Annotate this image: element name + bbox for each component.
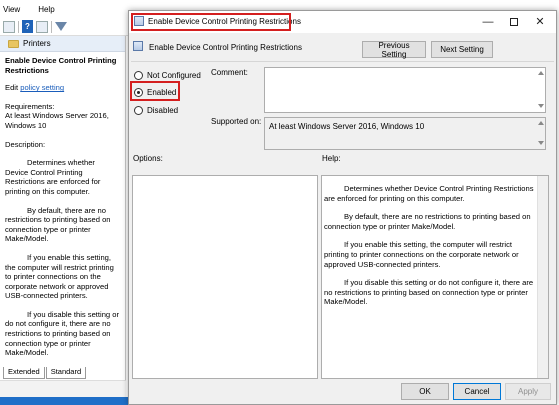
help-paragraph: By default, there are no restrictions to… — [324, 212, 531, 231]
scroll-up-icon[interactable] — [537, 120, 544, 127]
radio-circle[interactable] — [134, 71, 143, 80]
description-label: Description: — [5, 139, 46, 149]
scroll-down-icon[interactable] — [537, 103, 544, 110]
supported-on-field: At least Windows Server 2016, Windows 10 — [264, 117, 546, 150]
description-paragraph: Determines whether Device Control Printi… — [5, 158, 101, 196]
show-hide-icon[interactable] — [3, 20, 15, 33]
toolbar: ? — [0, 18, 130, 36]
help-icon[interactable]: ? — [22, 20, 33, 33]
taskbar-strip — [0, 397, 130, 405]
description-paragraph: By default, there are no restrictions to… — [5, 205, 111, 244]
help-paragraph: If you disable this setting or do not co… — [324, 278, 534, 307]
radio-circle[interactable] — [134, 106, 143, 115]
toolbar-separator — [51, 20, 52, 33]
policy-title: Enable Device Control Printing Restricti… — [5, 56, 117, 75]
scroll-down-icon[interactable] — [537, 140, 544, 147]
radio-label: Disabled — [147, 106, 179, 115]
radio-disabled[interactable]: Disabled — [134, 106, 178, 115]
filter-icon[interactable] — [55, 22, 67, 31]
apply-button[interactable]: Apply — [505, 383, 551, 400]
help-label: Help: — [322, 154, 341, 163]
policy-dialog: Enable Device Control Printing Restricti… — [128, 10, 557, 405]
supported-on-value: At least Windows Server 2016, Windows 10 — [269, 122, 425, 131]
properties-icon[interactable] — [36, 20, 48, 33]
help-text: Determines whether Device Control Printi… — [324, 184, 536, 316]
edit-prefix: Edit — [5, 83, 19, 93]
title-highlight-box — [131, 13, 291, 31]
requirements-text: At least Windows Server 2016, Windows 10 — [5, 111, 109, 130]
scroll-up-icon[interactable] — [537, 70, 544, 77]
pane-header: Printers — [0, 36, 125, 52]
cancel-button[interactable]: Cancel — [453, 383, 501, 400]
help-scrollbar[interactable] — [537, 176, 548, 378]
folder-icon — [8, 39, 19, 48]
description-paragraph: If you disable this setting or do not co… — [5, 309, 120, 358]
view-tabs: Extended Standard — [0, 367, 126, 379]
maximize-button[interactable] — [501, 14, 527, 30]
next-setting-button[interactable]: Next Setting — [431, 41, 493, 58]
previous-setting-button[interactable]: Previous Setting — [362, 41, 426, 59]
policy-setting-link[interactable]: policy setting — [20, 83, 64, 92]
options-label: Options: — [133, 154, 163, 163]
help-paragraph: Determines whether Device Control Printi… — [324, 184, 534, 203]
policy-icon — [133, 41, 143, 51]
maximize-icon — [510, 18, 518, 26]
divider — [131, 61, 554, 62]
options-panel — [132, 175, 318, 379]
radio-label: Not Configured — [147, 71, 201, 80]
comment-field[interactable] — [264, 67, 546, 113]
setting-heading: Enable Device Control Printing Restricti… — [149, 43, 302, 52]
description-pane: Printers Enable Device Control Printing … — [0, 36, 126, 391]
pane-header-label: Printers — [23, 39, 51, 48]
requirements-label: Requirements: — [5, 101, 55, 111]
title-bar[interactable]: Enable Device Control Printing Restricti… — [129, 11, 556, 33]
help-paragraph: If you enable this setting, the computer… — [324, 240, 519, 269]
comment-label: Comment: — [211, 68, 248, 77]
description-paragraph: If you enable this setting, the computer… — [5, 252, 114, 301]
pane-body: Enable Device Control Printing Restricti… — [0, 52, 125, 371]
close-button[interactable]: ✕ — [527, 14, 553, 30]
radio-not-configured[interactable]: Not Configured — [134, 71, 201, 80]
tab-extended[interactable]: Extended — [3, 367, 45, 379]
toolbar-separator — [18, 20, 19, 33]
menu-view[interactable]: View — [3, 5, 20, 14]
menu-help[interactable]: Help — [38, 5, 54, 14]
ok-button[interactable]: OK — [401, 383, 449, 400]
edit-line: Edit policy setting — [5, 83, 120, 93]
minimize-button[interactable]: — — [475, 14, 501, 30]
help-panel: Determines whether Device Control Printi… — [321, 175, 549, 379]
tab-standard[interactable]: Standard — [45, 367, 87, 379]
supported-on-label: Supported on: — [211, 117, 262, 126]
enabled-highlight-box — [130, 81, 180, 101]
